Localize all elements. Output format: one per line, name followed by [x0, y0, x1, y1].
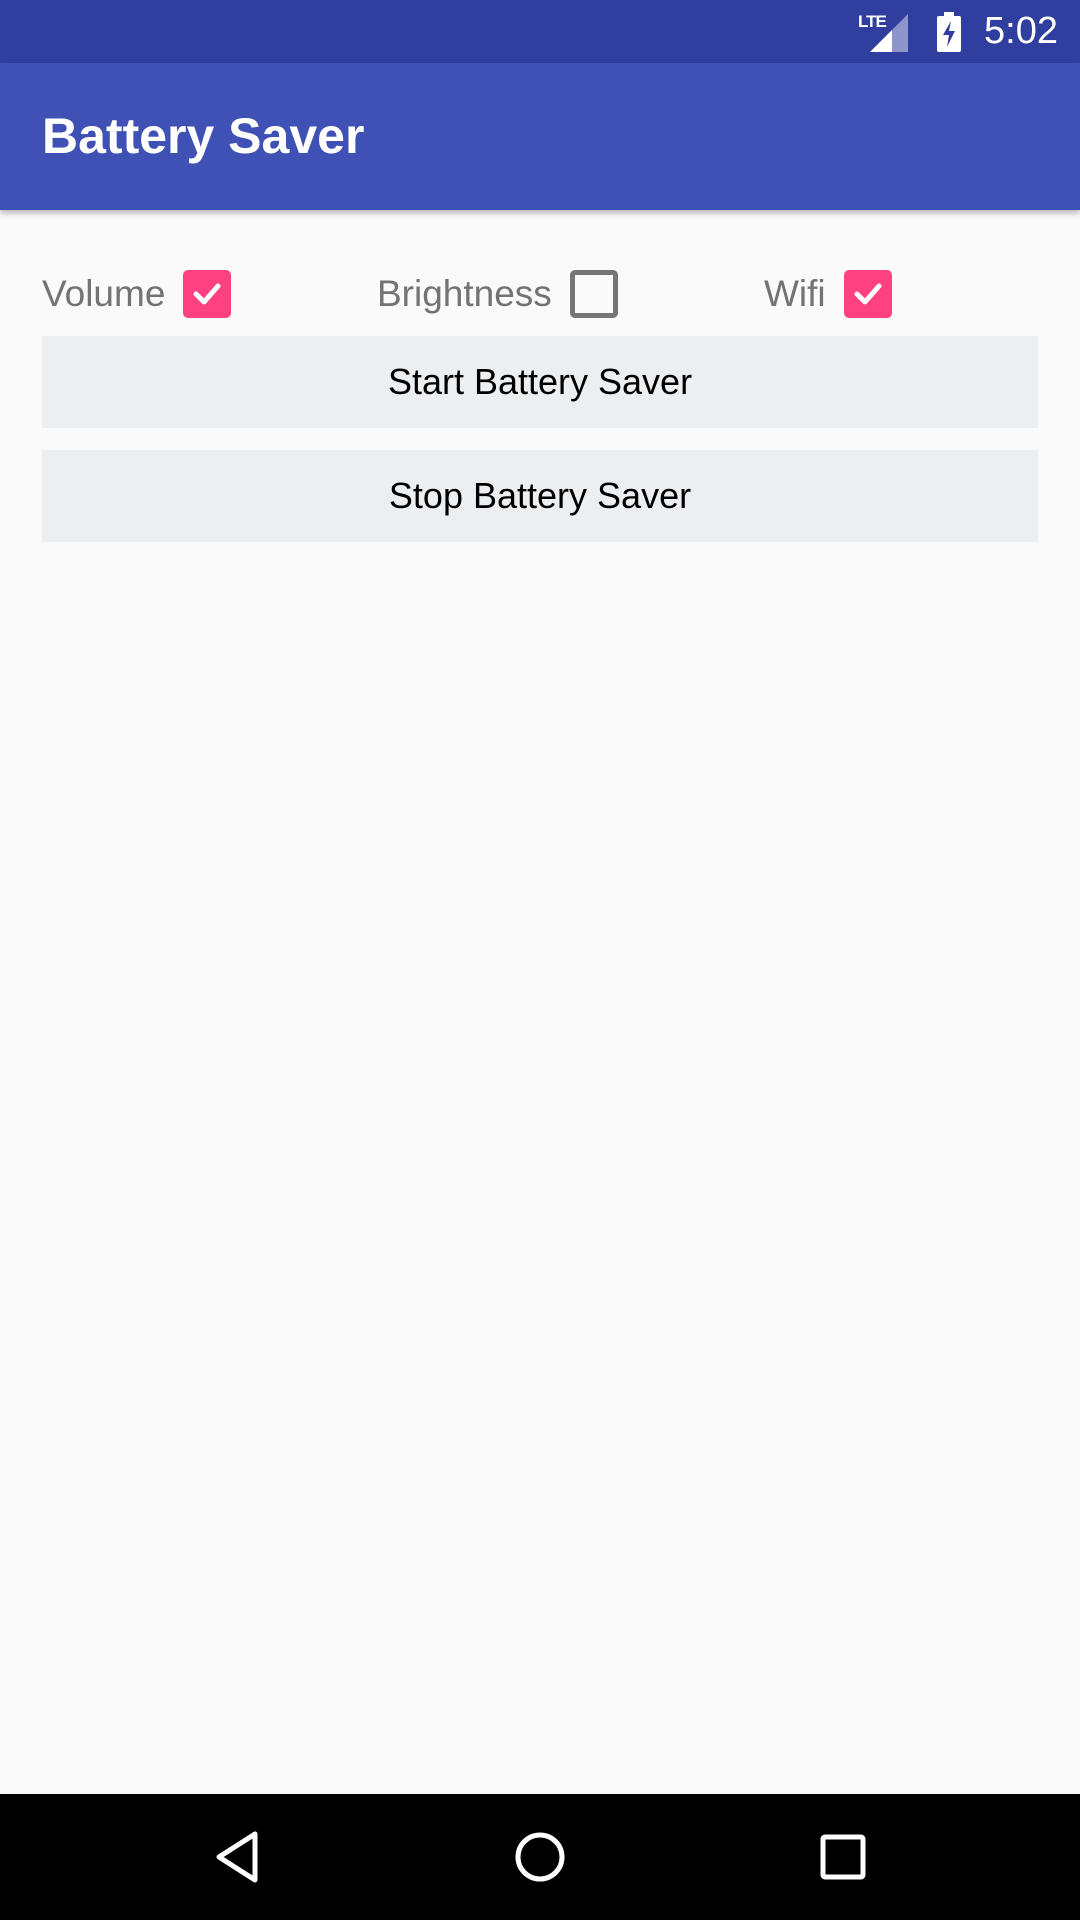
- stop-battery-saver-button[interactable]: Stop Battery Saver: [42, 450, 1038, 542]
- recents-icon[interactable]: [808, 1822, 878, 1892]
- wifi-label: Wifi: [764, 273, 826, 314]
- brightness-check-icon[interactable]: [569, 270, 618, 318]
- brightness-label: Brightness: [377, 273, 552, 314]
- signal-icon: LTE: [856, 12, 909, 52]
- battery-charging-icon: [936, 11, 962, 52]
- back-icon[interactable]: [202, 1822, 272, 1892]
- volume-label: Volume: [42, 273, 166, 314]
- navigation-bar: [0, 1794, 1080, 1920]
- app-title: Battery Saver: [42, 108, 365, 164]
- clock: 5:02: [984, 10, 1058, 52]
- status-bar: LTE 5:02: [0, 0, 1080, 63]
- app-bar: Battery Saver: [0, 63, 1080, 210]
- home-icon[interactable]: [505, 1822, 575, 1892]
- status-icons: LTE 5:02: [856, 0, 1058, 63]
- volume-check-icon[interactable]: [183, 270, 232, 318]
- brightness-checkbox[interactable]: Brightness: [377, 268, 618, 320]
- wifi-checkbox[interactable]: Wifi: [764, 268, 892, 320]
- volume-checkbox[interactable]: Volume: [42, 268, 232, 320]
- wifi-check-icon[interactable]: [843, 270, 892, 318]
- start-battery-saver-button[interactable]: Start Battery Saver: [42, 336, 1038, 428]
